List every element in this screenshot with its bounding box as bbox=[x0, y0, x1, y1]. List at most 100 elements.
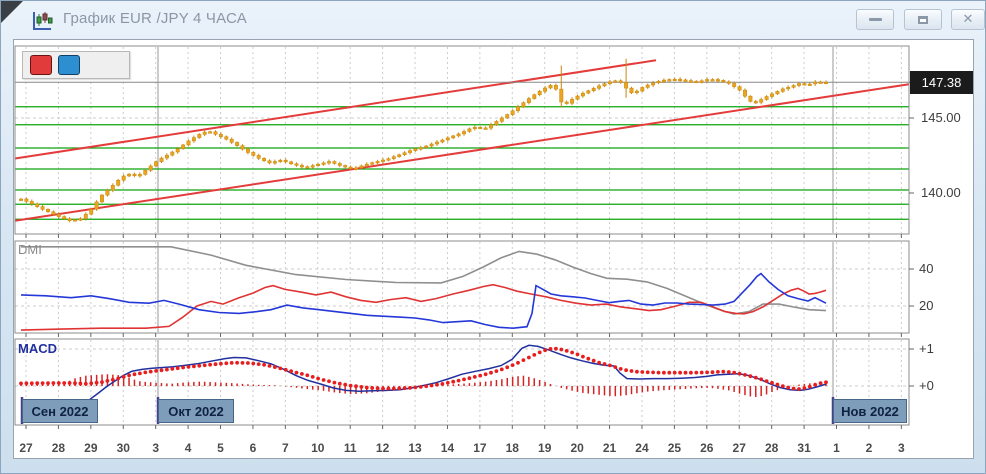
macd-signal-dot bbox=[79, 382, 83, 386]
quick-trade-toolbar bbox=[22, 51, 130, 79]
candle-body bbox=[79, 219, 82, 221]
candle-body bbox=[765, 97, 768, 100]
candle-body bbox=[198, 134, 201, 137]
candle-body bbox=[673, 79, 676, 81]
candle-body bbox=[203, 132, 206, 134]
macd-signal-dot bbox=[797, 387, 801, 391]
macd-signal-dot bbox=[803, 386, 807, 390]
macd-signal-dot bbox=[576, 353, 580, 357]
macd-signal-dot bbox=[581, 355, 585, 359]
macd-signal-dot bbox=[430, 384, 434, 388]
candle-body bbox=[68, 219, 71, 221]
candle-body bbox=[792, 86, 795, 88]
candle-body bbox=[344, 166, 347, 168]
candle-body bbox=[516, 107, 519, 111]
macd-signal-dot bbox=[749, 374, 753, 378]
macd-signal-dot bbox=[100, 380, 104, 384]
candle-body bbox=[522, 103, 525, 107]
macd-signal-dot bbox=[646, 370, 650, 374]
macd-signal-dot bbox=[824, 380, 828, 384]
candle-body bbox=[468, 129, 471, 132]
candle-body bbox=[338, 164, 341, 166]
macd-signal-dot bbox=[251, 362, 255, 366]
candle-body bbox=[457, 134, 460, 136]
macd-signal-dot bbox=[176, 366, 180, 370]
macd-signal-dot bbox=[154, 369, 158, 373]
macd-signal-dot bbox=[133, 372, 137, 376]
macd-signal-dot bbox=[603, 362, 607, 366]
candle-body bbox=[624, 82, 627, 88]
candle-body bbox=[333, 162, 336, 164]
macd-signal-dot bbox=[19, 382, 23, 386]
macd-signal-dot bbox=[705, 371, 709, 375]
candle-body bbox=[252, 152, 255, 155]
candle-body bbox=[268, 161, 271, 163]
sell-button[interactable] bbox=[30, 55, 52, 75]
chart-canvas[interactable] bbox=[1, 1, 986, 474]
candle-body bbox=[587, 91, 590, 93]
candle-body bbox=[106, 190, 109, 195]
candle-body bbox=[549, 85, 552, 88]
candle-body bbox=[479, 127, 482, 129]
macd-signal-dot bbox=[181, 366, 185, 370]
candle-body bbox=[246, 149, 249, 152]
minimize-button[interactable] bbox=[856, 9, 894, 30]
candle-body bbox=[181, 145, 184, 149]
candle-body bbox=[133, 174, 136, 176]
candle-body bbox=[214, 132, 217, 135]
candle-body bbox=[52, 212, 55, 215]
candle-body bbox=[371, 163, 374, 165]
macd-signal-dot bbox=[543, 348, 547, 352]
macd-signal-dot bbox=[565, 349, 569, 353]
macd-signal-dot bbox=[527, 356, 531, 360]
candle-body bbox=[754, 101, 757, 103]
candle-body bbox=[176, 149, 179, 152]
candle-body bbox=[689, 81, 692, 83]
macd-signal-dot bbox=[360, 385, 364, 389]
macd-signal-dot bbox=[468, 376, 472, 380]
buy-button[interactable] bbox=[58, 55, 80, 75]
candle-body bbox=[760, 100, 763, 103]
dmi-+di-line bbox=[21, 285, 826, 330]
macd-signal-dot bbox=[819, 381, 823, 385]
candle-body bbox=[122, 176, 125, 180]
macd-signal-dot bbox=[727, 370, 731, 374]
macd-signal-dot bbox=[192, 365, 196, 369]
candle-body bbox=[160, 158, 163, 162]
macd-signal-dot bbox=[127, 374, 131, 378]
titlebar[interactable]: График EUR /JPY 4 ЧАСА ✕ bbox=[1, 1, 985, 37]
macd-signal-dot bbox=[111, 378, 115, 382]
candle-body bbox=[419, 148, 422, 150]
macd-signal-dot bbox=[235, 361, 239, 365]
candle-body bbox=[527, 99, 530, 103]
maximize-button[interactable] bbox=[904, 9, 942, 30]
candle-body bbox=[154, 162, 157, 166]
macd-signal-dot bbox=[333, 381, 337, 385]
macd-signal-dot bbox=[273, 365, 277, 369]
candle-body bbox=[495, 121, 498, 124]
macd-signal-dot bbox=[505, 365, 509, 369]
candle-body bbox=[262, 158, 265, 161]
macd-signal-dot bbox=[41, 381, 45, 385]
macd-signal-dot bbox=[624, 368, 628, 372]
candle-body bbox=[473, 127, 476, 129]
close-button[interactable]: ✕ bbox=[951, 9, 985, 30]
macd-signal-dot bbox=[419, 385, 423, 389]
macd-signal-dot bbox=[549, 347, 553, 351]
macd-signal-dot bbox=[62, 381, 66, 385]
macd-signal-dot bbox=[392, 387, 396, 391]
candle-body bbox=[511, 111, 514, 115]
macd-signal-dot bbox=[495, 369, 499, 373]
candle-body bbox=[776, 91, 779, 94]
candle-body bbox=[46, 209, 49, 212]
macd-signal-dot bbox=[792, 387, 796, 391]
macd-signal-dot bbox=[667, 371, 671, 375]
macd-signal-dot bbox=[149, 370, 153, 374]
chart-window: График EUR /JPY 4 ЧАСА ✕ 147.38 DMI MACD… bbox=[0, 0, 986, 474]
candle-body bbox=[824, 82, 827, 84]
candle-body bbox=[484, 128, 487, 130]
candle-body bbox=[452, 136, 455, 138]
macd-signal-dot bbox=[554, 347, 558, 351]
macd-signal-dot bbox=[435, 383, 439, 387]
macd-signal-dot bbox=[538, 351, 542, 355]
